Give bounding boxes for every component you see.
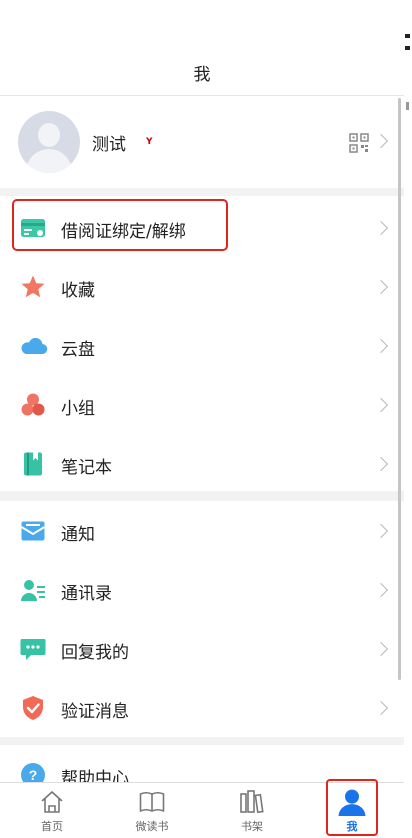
chevron-right-icon xyxy=(373,700,389,716)
menu-item-cloud-drive[interactable]: 云盘 xyxy=(0,316,404,375)
menu-item-label: 小组 xyxy=(61,399,95,419)
chevron-right-icon xyxy=(373,133,389,149)
scrollbar[interactable] xyxy=(398,98,401,680)
highlight-box-me-tab xyxy=(326,779,378,836)
chevron-right-icon xyxy=(373,641,389,657)
menu-item-label: 收藏 xyxy=(61,281,95,301)
chevron-right-icon xyxy=(373,220,389,236)
menu-item-label: 回复我的 xyxy=(61,643,129,663)
chevron-right-icon xyxy=(373,456,389,472)
menu-item-verification[interactable]: 验证消息 xyxy=(0,678,404,737)
chevron-right-icon xyxy=(373,523,389,539)
profile-name: 测试 xyxy=(92,135,126,155)
home-icon xyxy=(41,791,63,813)
menu-item-replies[interactable]: 回复我的 xyxy=(0,619,404,678)
cloud-icon xyxy=(21,337,48,355)
tab-label: 微读书 xyxy=(135,820,169,833)
tab-label: 书架 xyxy=(241,820,263,833)
header: 我 xyxy=(0,0,404,96)
reply-icon xyxy=(20,639,46,660)
menu-item-label: 验证消息 xyxy=(61,702,129,722)
book-icon xyxy=(139,791,165,812)
profile-mark: Y xyxy=(146,137,153,147)
contacts-icon xyxy=(21,580,45,601)
menu-item-notebook[interactable]: 笔记本 xyxy=(0,434,404,493)
tab-home[interactable]: 首页 xyxy=(22,783,82,838)
qr-code-icon[interactable] xyxy=(349,133,369,153)
menu-item-favorites[interactable]: 收藏 xyxy=(0,257,404,316)
tab-label: 首页 xyxy=(41,820,63,833)
menu-item-contacts[interactable]: 通讯录 xyxy=(0,560,404,619)
background-strip xyxy=(404,0,412,838)
highlight-box-library-card xyxy=(12,199,228,251)
mail-icon xyxy=(20,521,46,541)
menu-item-label: 云盘 xyxy=(61,340,95,360)
profile-card[interactable]: 测试 Y xyxy=(0,96,404,188)
menu-item-notifications[interactable]: 通知 xyxy=(0,501,404,560)
menu-item-label: 笔记本 xyxy=(61,458,112,478)
tab-wei-read[interactable]: 微读书 xyxy=(122,783,182,838)
shield-check-icon xyxy=(23,696,43,720)
group-icon xyxy=(21,393,45,416)
menu-item-label: 通讯录 xyxy=(61,584,112,604)
chevron-right-icon xyxy=(373,338,389,354)
chevron-right-icon xyxy=(373,582,389,598)
chevron-right-icon xyxy=(373,279,389,295)
avatar[interactable] xyxy=(18,111,80,173)
notebook-icon xyxy=(24,452,42,476)
page-title: 我 xyxy=(193,65,211,85)
menu-group-2: 通知 通讯录 回复我的 验证消息 xyxy=(0,501,404,737)
menu-item-label: 通知 xyxy=(61,525,95,545)
phone-screen: 我 测试 Y 借阅证绑定/解绑 收藏 云盘 小组 笔记本 通知 通讯录 回复我的… xyxy=(0,0,404,838)
svg-text:?: ? xyxy=(29,767,38,783)
chevron-right-icon xyxy=(373,397,389,413)
star-icon xyxy=(21,275,45,298)
bookshelf-icon xyxy=(240,790,264,814)
tab-bookshelf[interactable]: 书架 xyxy=(222,783,282,838)
menu-item-group[interactable]: 小组 xyxy=(0,375,404,434)
